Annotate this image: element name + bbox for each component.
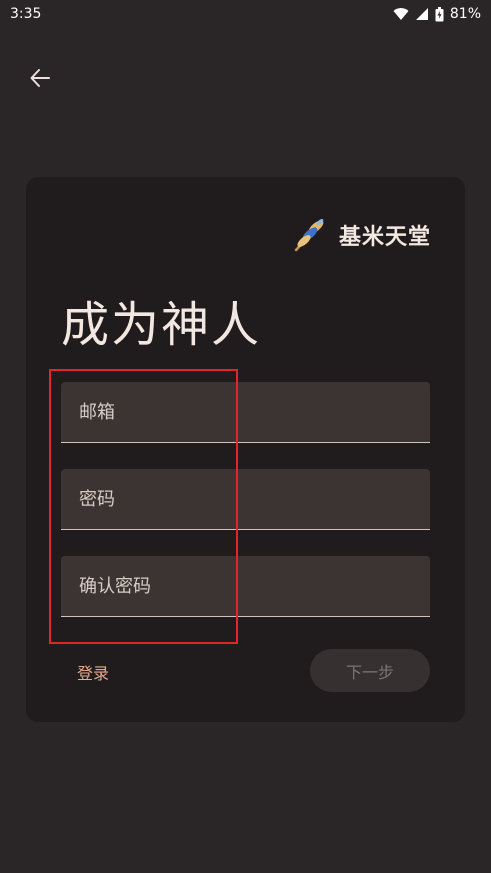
confirm-password-field-container: [61, 556, 430, 617]
brand-name: 基米天堂: [338, 225, 431, 250]
status-time: 3:35: [10, 6, 42, 22]
brand: 基米天堂: [293, 217, 431, 253]
skewer-logo-icon: [294, 219, 324, 252]
wifi-icon: [393, 8, 409, 20]
register-card: 基米天堂 成为神人 登录 下一步: [26, 177, 465, 722]
email-field-container: [61, 382, 430, 443]
login-link[interactable]: 登录: [77, 660, 109, 684]
next-button[interactable]: 下一步: [310, 649, 430, 692]
confirm-password-field[interactable]: [61, 556, 430, 616]
arrow-left-icon: [30, 69, 50, 87]
page-title: 成为神人: [61, 297, 262, 353]
password-field[interactable]: [61, 469, 430, 529]
status-bar: 3:35 81%: [0, 0, 491, 28]
status-icons: 81%: [393, 6, 481, 22]
email-field[interactable]: [61, 382, 430, 442]
battery-icon: [435, 6, 444, 21]
battery-level: 81%: [449, 6, 481, 22]
password-field-container: [61, 469, 430, 530]
cell-signal-icon: [415, 8, 428, 20]
back-button[interactable]: [24, 62, 56, 94]
